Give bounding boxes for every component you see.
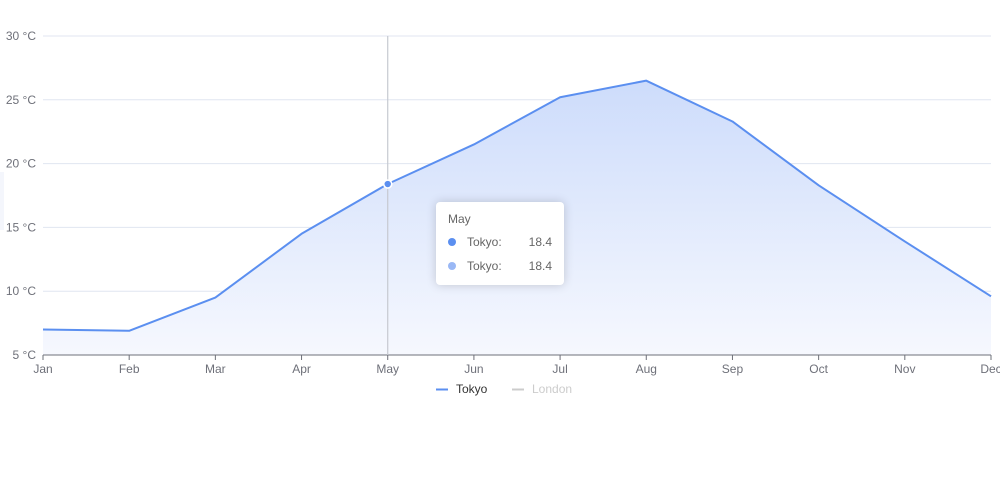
tooltip: May Tokyo: 18.4 Tokyo: 18.4 [436,202,564,285]
x-tick-label: May [376,362,399,376]
x-tick-label: Mar [205,362,226,376]
x-tick-label: Jan [33,362,52,376]
y-tick-label: 20 °C [6,157,36,171]
temperature-chart: 5 °C 10 °C 15 °C 20 °C 25 °C 30 °C Jan Feb Mar Ap… [0,0,1000,473]
y-tick-label: 10 °C [6,284,36,298]
legend-item[interactable]: London [532,382,572,396]
x-tick-label: Jun [464,362,483,376]
y-tick-label: 30 °C [6,29,36,43]
x-tick-label: Dec [980,362,1000,376]
tooltip-series-value: 18.4 [528,259,552,273]
x-tick-label: Oct [809,362,828,376]
x-tick-label: Aug [636,362,657,376]
tooltip-row: Tokyo: 18.4 [448,234,552,250]
tooltip-title: May [448,212,471,226]
edge-handle [0,172,4,230]
legend-item[interactable]: Tokyo [456,382,488,396]
tooltip-series-dot-icon [448,238,456,246]
x-tick-label: Feb [119,362,140,376]
highlight-point [382,179,393,189]
tooltip-series-value: 18.4 [528,235,552,249]
tooltip-series-name: Tokyo: [467,235,502,249]
tooltip-series-name: Tokyo: [467,259,502,273]
tooltip-row: Tokyo: 18.4 [448,258,552,274]
y-tick-label: 25 °C [6,93,36,107]
y-tick-label: 5 °C [13,348,37,362]
y-tick-label: 15 °C [6,220,36,234]
legend[interactable]: Tokyo London [436,382,572,396]
x-tick-label: Sep [722,362,744,376]
x-tick-label: Nov [894,362,915,376]
tooltip-series-dot-icon [448,262,456,270]
x-tick-label: Jul [552,362,567,376]
x-tick-label: Apr [292,362,311,376]
